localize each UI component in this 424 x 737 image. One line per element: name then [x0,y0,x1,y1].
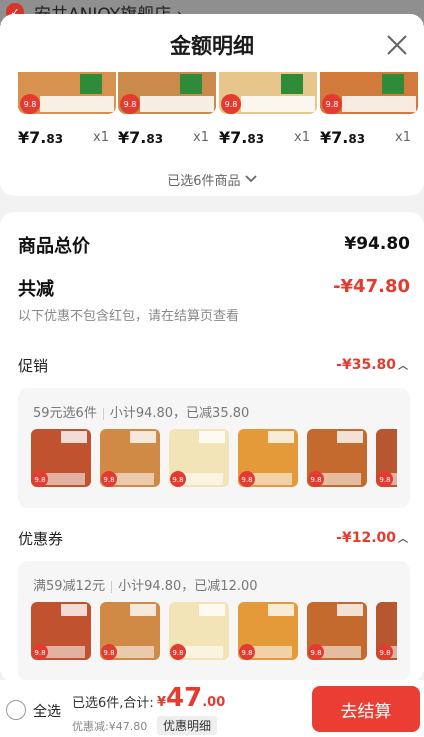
amount-detail-sheet: 金额明细 9.8 ¥7.83 x1 9.8 ¥7.83 x1 9.8 ¥7.83 x1 9.8 ¥7… [0,14,424,737]
product-price: ¥7.83 [118,128,164,147]
discount-label: 共减 [18,279,54,300]
product-thumbnail: 9.8 [238,429,298,487]
product-qty: x1 [93,130,109,145]
summary-card: 商品总价 ¥94.80 共减 -¥47.80 以下优惠不包含红包，请在结算页查看… [0,212,424,682]
select-all-label[interactable]: 全选 [33,701,61,721]
promo-label: 促销 [18,357,49,375]
price-badge: 9.8 [124,100,137,109]
product-thumbnail: 9.8 [238,602,298,660]
select-all-checkbox[interactable] [6,700,26,720]
product-price: ¥7.83 [320,128,366,147]
coupon-info-right: 小计94.80，已减12.00 [118,579,258,594]
total-value: ¥94.80 [344,234,410,254]
close-icon[interactable] [384,32,410,58]
product-thumbnail: 9.8 [31,429,91,487]
product-qty: x1 [294,130,310,145]
total-amount: ¥47.00 [157,683,226,713]
promo-detail-box: 59元选6件 小计94.80，已减35.80 9.8 9.8 9.8 9.8 9.8 9.8 [18,388,410,508]
product-image: 9.8 [118,72,216,114]
product-thumbnail: 9.8 [307,602,367,660]
price-badge: 9.8 [241,649,252,657]
chevron-down-icon [245,172,257,187]
chevron-up-icon: ︿ [398,534,408,545]
product-qty: x1 [395,130,411,145]
coupon-info: 满59减12元 小计94.80，已减12.00 [33,575,258,594]
coupon-value: -¥12.00 [336,530,396,546]
bottom-summary: 已选6件,合计: [72,696,154,711]
price-badge: 9.8 [34,476,45,484]
checkout-button[interactable]: 去结算 [312,686,420,732]
product-image: 9.8 [219,72,317,114]
coupon-detail-box: 满59减12元 小计94.80，已减12.00 9.8 9.8 9.8 9.8 9.8 9.… [18,561,410,681]
coupon-thumbnails: 9.8 9.8 9.8 9.8 9.8 9.8 [31,602,397,660]
discount-value: -¥47.80 [333,276,410,297]
product-price: ¥7.83 [219,128,265,147]
promo-info-right: 小计94.80，已减35.80 [109,406,250,421]
discount-detail-button[interactable]: 优惠明细 [157,716,218,735]
product-thumbnail: 9.8 [376,429,397,487]
product-qty: x1 [193,130,209,145]
coupon-label: 优惠券 [18,530,64,548]
price-badge: 9.8 [103,476,114,484]
product-thumbnail: 9.8 [307,429,367,487]
price-badge: 9.8 [379,649,390,657]
price-badge: 9.8 [24,100,37,109]
product-thumbnail: 9.8 [100,602,160,660]
product-price: ¥7.83 [18,128,64,147]
chevron-up-icon: ︿ [398,361,408,372]
discount-note: 以下优惠不包含红包，请在结算页查看 [18,309,240,324]
price-badge: 9.8 [34,649,45,657]
price-badge: 9.8 [379,476,390,484]
coupon-value-toggle[interactable]: -¥12.00 ︿ [336,530,408,546]
product-image: 9.8 [18,72,116,114]
product-image: 9.8 [320,72,418,114]
promo-value: -¥35.80 [336,357,396,373]
sheet-title: 金额明细 [170,34,254,58]
promo-value-toggle[interactable]: -¥35.80 ︿ [336,357,408,373]
product-thumbnail: 9.8 [169,602,229,660]
promo-info: 59元选6件 小计94.80，已减35.80 [33,402,249,421]
price-badge: 9.8 [103,649,114,657]
product-thumbnail: 9.8 [376,602,397,660]
sheet-header: 金额明细 [0,14,424,76]
price-badge: 9.8 [172,649,183,657]
product-thumbnail: 9.8 [100,429,160,487]
price-badge: 9.8 [172,476,183,484]
price-badge: 9.8 [241,476,252,484]
total-label: 商品总价 [18,236,90,257]
selected-count-toggle[interactable]: 已选6件商品 [0,170,424,189]
price-badge: 9.8 [326,100,339,109]
promo-thumbnails: 9.8 9.8 9.8 9.8 9.8 9.8 [31,429,397,487]
bottom-bar: 全选 已选6件,合计: ¥47.00 优惠减:¥47.80 优惠明细 去结算 [0,680,424,737]
price-badge: 9.8 [310,649,321,657]
promo-info-left: 59元选6件 [33,406,97,421]
selected-count-label: 已选6件商品 [167,174,241,189]
product-thumbnail: 9.8 [169,429,229,487]
bottom-discount: 优惠减:¥47.80 [72,720,148,733]
product-thumbnail: 9.8 [31,602,91,660]
coupon-info-left: 满59减12元 [33,579,106,594]
products-card: 9.8 ¥7.83 x1 9.8 ¥7.83 x1 9.8 ¥7.83 x1 9.8 ¥7.83 x1… [0,72,424,196]
price-badge: 9.8 [310,476,321,484]
price-badge: 9.8 [225,100,238,109]
